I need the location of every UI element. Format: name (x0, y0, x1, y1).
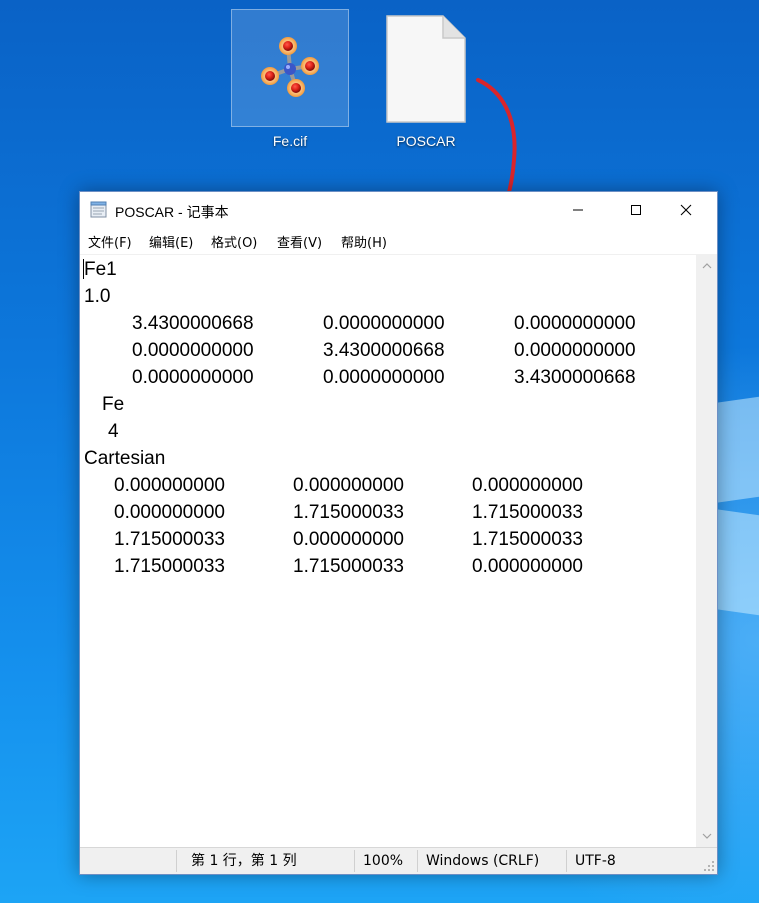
text-line: Fe1 (84, 259, 117, 280)
close-icon (680, 204, 692, 216)
menu-help[interactable]: 帮助(H) (341, 232, 387, 251)
scroll-up-button[interactable] (696, 256, 717, 276)
maximize-icon (631, 205, 641, 215)
chevron-down-icon (702, 833, 711, 839)
lattice-value: 0.0000000000 (323, 367, 445, 388)
lattice-value: 3.4300000668 (132, 313, 254, 334)
coordinate-value: 1.715000033 (293, 556, 404, 577)
notepad-window: POSCAR - 记事本 文件(F) 编辑(E) 格式(O) 查看(V) 帮助(… (79, 191, 718, 875)
lattice-value: 3.4300000668 (514, 367, 636, 388)
coordinate-value: 1.715000033 (114, 529, 225, 550)
coordinate-value: 1.715000033 (293, 502, 404, 523)
text-line: Cartesian (84, 448, 166, 469)
cursor-position: 第 1 行，第 1 列 (191, 853, 297, 869)
molecule-file-icon (261, 37, 319, 97)
lattice-value: 0.0000000000 (132, 340, 254, 361)
notepad-icon (90, 201, 107, 218)
desktop-icon-label: POSCAR (396, 133, 456, 149)
close-button[interactable] (663, 192, 709, 228)
title-bar[interactable]: POSCAR - 记事本 (80, 192, 717, 228)
vertical-scrollbar[interactable] (696, 254, 717, 848)
desktop-icon-poscar[interactable]: POSCAR (367, 9, 485, 149)
coordinate-value: 0.000000000 (114, 502, 225, 523)
coordinate-value: 0.000000000 (472, 475, 583, 496)
coordinate-value: 0.000000000 (293, 529, 404, 550)
lattice-value: 0.0000000000 (514, 340, 636, 361)
minimize-button[interactable] (555, 192, 601, 228)
menu-view[interactable]: 查看(V) (277, 232, 322, 251)
menu-bar: 文件(F) 编辑(E) 格式(O) 查看(V) 帮助(H) (80, 230, 717, 252)
lattice-value: 0.0000000000 (323, 313, 445, 334)
menu-format[interactable]: 格式(O) (211, 232, 257, 251)
text-editor[interactable]: Fe1 1.0 3.4300000668 0.0000000000 0.0000… (80, 254, 697, 848)
text-line: 4 (108, 421, 119, 442)
text-line: Fe (102, 394, 125, 415)
desktop-icon-label: Fe.cif (272, 133, 308, 149)
line-ending: Windows (CRLF) (426, 853, 540, 869)
coordinate-value: 1.715000033 (114, 556, 225, 577)
resize-grip-icon[interactable] (703, 860, 715, 872)
coordinate-value: 1.715000033 (472, 529, 583, 550)
scroll-down-button[interactable] (696, 826, 717, 846)
maximize-button[interactable] (613, 192, 659, 228)
text-line: 1.0 (84, 286, 111, 307)
coordinate-value: 0.000000000 (293, 475, 404, 496)
menu-edit[interactable]: 编辑(E) (149, 232, 193, 251)
minimize-icon (573, 209, 583, 211)
blank-document-icon (386, 15, 466, 123)
lattice-value: 0.0000000000 (132, 367, 254, 388)
desktop-icon-fe-cif[interactable]: Fe.cif (231, 9, 349, 149)
lattice-value: 0.0000000000 (514, 313, 636, 334)
zoom-level: 100% (363, 853, 404, 869)
window-title: POSCAR - 记事本 (115, 204, 229, 220)
coordinate-value: 0.000000000 (472, 556, 583, 577)
coordinate-value: 1.715000033 (472, 502, 583, 523)
coordinate-value: 0.000000000 (114, 475, 225, 496)
desktop: Fe.cif POSCAR POSCAR - 记事本 文件(F) 编辑(E) 格… (0, 0, 759, 903)
lattice-value: 3.4300000668 (323, 340, 445, 361)
encoding: UTF-8 (575, 853, 616, 869)
menu-file[interactable]: 文件(F) (88, 232, 132, 251)
status-bar: 第 1 行，第 1 列 100% Windows (CRLF) UTF-8 (80, 847, 717, 874)
chevron-up-icon (702, 263, 711, 269)
